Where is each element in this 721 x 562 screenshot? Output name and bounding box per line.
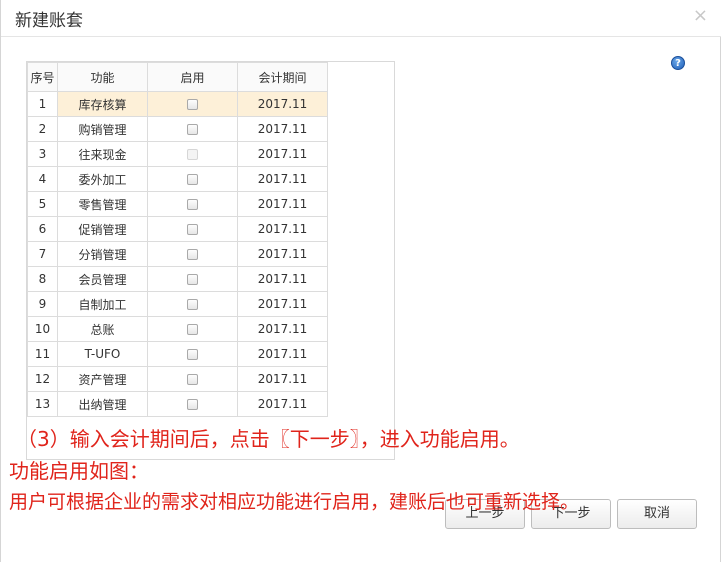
table-row[interactable]: 8 会员管理 2017.11 [27, 266, 328, 292]
row-enable-cell [147, 91, 238, 117]
row-enable-cell [147, 241, 238, 267]
row-no: 11 [27, 341, 58, 367]
row-period[interactable]: 2017.11 [237, 116, 328, 142]
row-function: 出纳管理 [57, 391, 148, 417]
row-period[interactable]: 2017.11 [237, 166, 328, 192]
enable-checkbox[interactable] [187, 274, 198, 285]
row-enable-cell [147, 316, 238, 342]
row-period[interactable]: 2017.11 [237, 191, 328, 217]
row-no: 8 [27, 266, 58, 292]
enable-checkbox[interactable] [187, 224, 198, 235]
new-account-dialog: 新建账套 × ? 序号 功能 启用 会计期间 1 库存核算 2017.11 2 购销管理… [0, 0, 721, 562]
dialog-titlebar: 新建账套 × [1, 0, 721, 37]
row-period[interactable]: 2017.11 [237, 391, 328, 417]
row-period[interactable]: 2017.11 [237, 91, 328, 117]
row-no: 3 [27, 141, 58, 167]
enable-checkbox[interactable] [187, 399, 198, 410]
row-enable-cell [147, 166, 238, 192]
enable-checkbox[interactable] [187, 249, 198, 260]
table-row[interactable]: 7 分销管理 2017.11 [27, 241, 328, 267]
enable-checkbox[interactable] [187, 199, 198, 210]
header-function: 功能 [57, 62, 148, 92]
table-row[interactable]: 13 出纳管理 2017.11 [27, 391, 328, 417]
row-no: 2 [27, 116, 58, 142]
header-period: 会计期间 [237, 62, 328, 92]
cancel-button[interactable]: 取消 [617, 499, 697, 529]
row-no: 6 [27, 216, 58, 242]
row-enable-cell [147, 391, 238, 417]
row-enable-cell [147, 116, 238, 142]
table-row[interactable]: 6 促销管理 2017.11 [27, 216, 328, 242]
row-period[interactable]: 2017.11 [237, 316, 328, 342]
row-no: 12 [27, 366, 58, 392]
enable-checkbox[interactable] [187, 174, 198, 185]
row-function: 促销管理 [57, 216, 148, 242]
row-function: 零售管理 [57, 191, 148, 217]
row-period[interactable]: 2017.11 [237, 216, 328, 242]
row-period[interactable]: 2017.11 [237, 291, 328, 317]
row-no: 13 [27, 391, 58, 417]
row-function: 购销管理 [57, 116, 148, 142]
row-enable-cell [147, 291, 238, 317]
annotation-line-1: （3）输入会计期间后，点击〖下一步〗，进入功能启用。 [17, 427, 520, 451]
function-grid: 序号 功能 启用 会计期间 1 库存核算 2017.11 2 购销管理 2017.11 3 往… [26, 61, 395, 460]
table-row[interactable]: 9 自制加工 2017.11 [27, 291, 328, 317]
row-function: 分销管理 [57, 241, 148, 267]
dialog-title: 新建账套 [15, 11, 83, 31]
enable-checkbox[interactable] [187, 124, 198, 135]
table-header-row: 序号 功能 启用 会计期间 [27, 62, 328, 92]
annotation-line-2: 功能启用如图： [9, 459, 149, 483]
table-row[interactable]: 3 往来现金 2017.11 [27, 141, 328, 167]
table-row[interactable]: 10 总账 2017.11 [27, 316, 328, 342]
row-period[interactable]: 2017.11 [237, 341, 328, 367]
row-function: T-UFO [57, 341, 148, 367]
enable-checkbox[interactable] [187, 324, 198, 335]
function-table: 序号 功能 启用 会计期间 1 库存核算 2017.11 2 购销管理 2017.11 3 往… [27, 62, 328, 417]
table-row[interactable]: 5 零售管理 2017.11 [27, 191, 328, 217]
row-enable-cell [147, 366, 238, 392]
row-no: 7 [27, 241, 58, 267]
table-row[interactable]: 11 T-UFO 2017.11 [27, 341, 328, 367]
annotation-line-3: 用户可根据企业的需求对相应功能进行启用，建账后也可重新选择。 [9, 491, 580, 513]
table-row[interactable]: 4 委外加工 2017.11 [27, 166, 328, 192]
row-no: 4 [27, 166, 58, 192]
row-period[interactable]: 2017.11 [237, 366, 328, 392]
table-row[interactable]: 12 资产管理 2017.11 [27, 366, 328, 392]
header-enable: 启用 [147, 62, 238, 92]
row-function: 总账 [57, 316, 148, 342]
row-function: 委外加工 [57, 166, 148, 192]
row-enable-cell [147, 341, 238, 367]
row-enable-cell [147, 141, 238, 167]
row-function: 会员管理 [57, 266, 148, 292]
enable-checkbox[interactable] [187, 349, 198, 360]
row-enable-cell [147, 191, 238, 217]
row-enable-cell [147, 266, 238, 292]
row-period[interactable]: 2017.11 [237, 266, 328, 292]
enable-checkbox[interactable] [187, 374, 198, 385]
row-function: 自制加工 [57, 291, 148, 317]
help-icon[interactable]: ? [671, 56, 685, 70]
row-function: 资产管理 [57, 366, 148, 392]
enable-checkbox [187, 149, 198, 160]
table-row[interactable]: 1 库存核算 2017.11 [27, 91, 328, 117]
row-no: 1 [27, 91, 58, 117]
row-enable-cell [147, 216, 238, 242]
enable-checkbox[interactable] [187, 299, 198, 310]
close-icon[interactable]: × [693, 6, 708, 26]
row-no: 9 [27, 291, 58, 317]
row-period[interactable]: 2017.11 [237, 241, 328, 267]
table-row[interactable]: 2 购销管理 2017.11 [27, 116, 328, 142]
row-period[interactable]: 2017.11 [237, 141, 328, 167]
row-function: 库存核算 [57, 91, 148, 117]
enable-checkbox[interactable] [187, 99, 198, 110]
row-function: 往来现金 [57, 141, 148, 167]
header-no: 序号 [27, 62, 58, 92]
row-no: 5 [27, 191, 58, 217]
row-no: 10 [27, 316, 58, 342]
